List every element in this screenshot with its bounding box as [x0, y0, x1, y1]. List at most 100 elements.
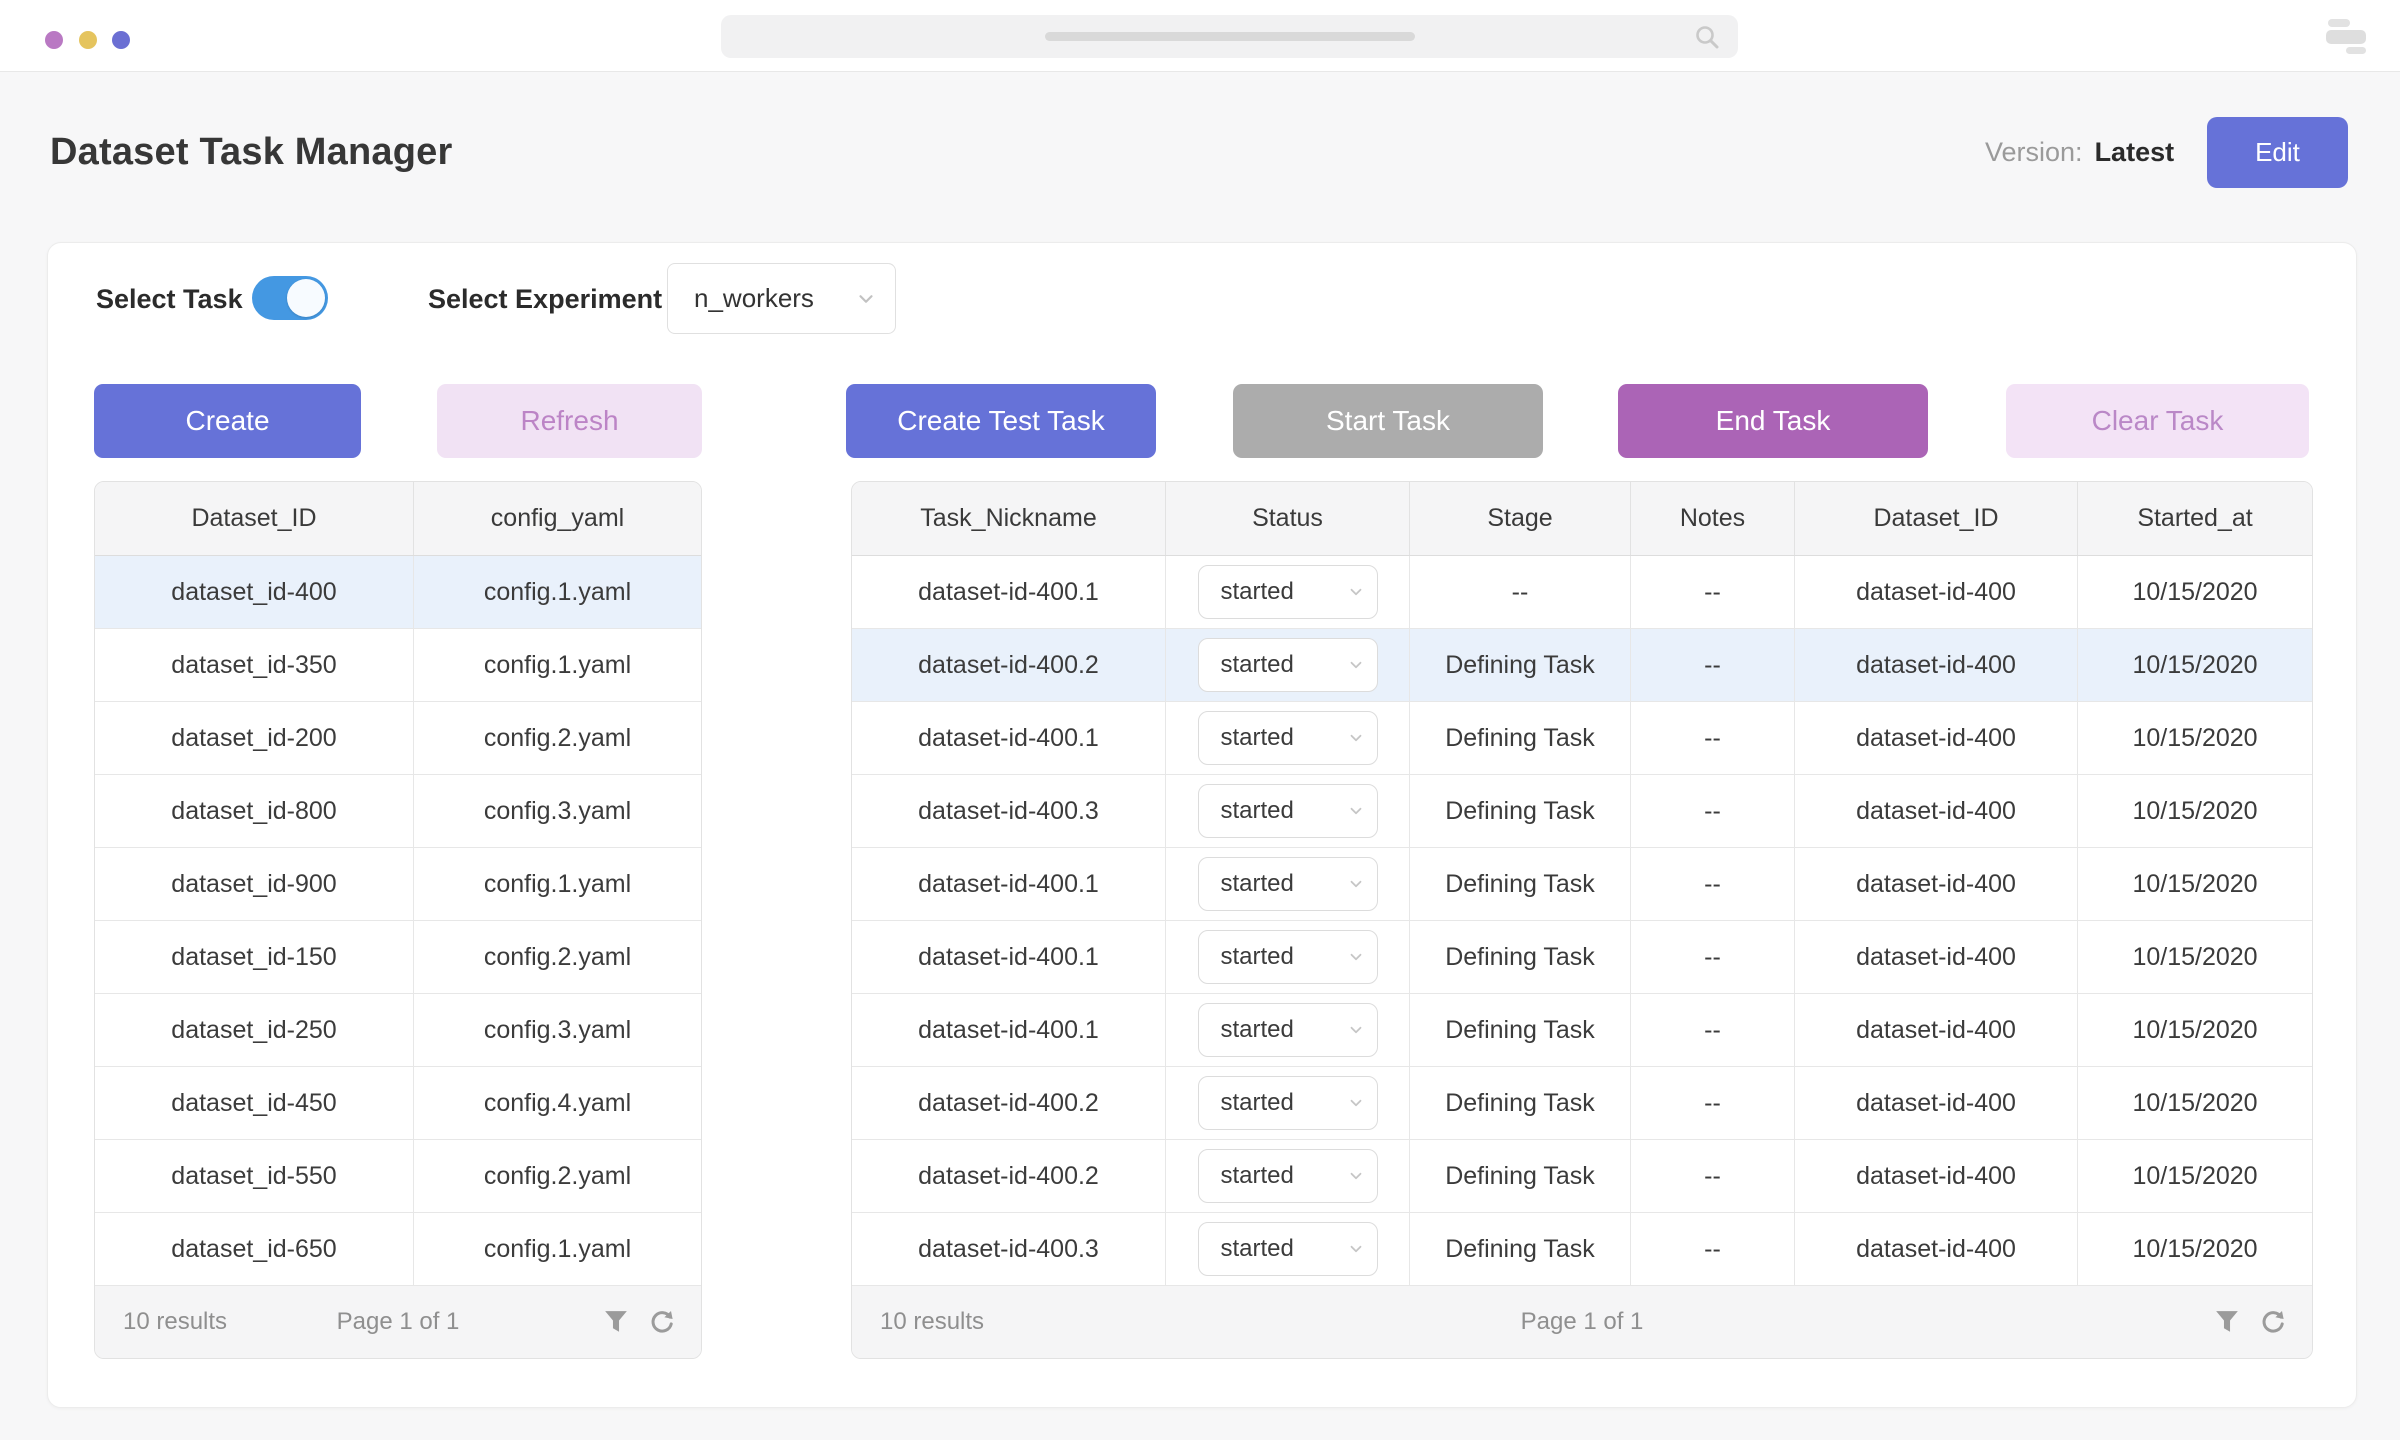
- status-select[interactable]: started: [1198, 711, 1378, 765]
- column-header-status[interactable]: Status: [1165, 482, 1409, 555]
- version-value: Latest: [2095, 137, 2175, 168]
- table-row[interactable]: dataset-id-400.2 started Defining Task -…: [852, 1067, 2312, 1140]
- browser-menu-icon[interactable]: [2326, 18, 2366, 54]
- task-nickname-cell: dataset-id-400.1: [852, 556, 1165, 628]
- config-yaml-cell: config.2.yaml: [413, 921, 701, 993]
- table-row[interactable]: dataset_id-800 config.3.yaml: [95, 775, 701, 848]
- status-select[interactable]: started: [1198, 1076, 1378, 1130]
- table-row[interactable]: dataset_id-400 config.1.yaml: [95, 556, 701, 629]
- filter-funnel-icon[interactable]: [603, 1309, 629, 1335]
- table-row[interactable]: dataset_id-350 config.1.yaml: [95, 629, 701, 702]
- dataset-id-cell: dataset_id-200: [95, 702, 413, 774]
- stage-cell: Defining Task: [1409, 1213, 1630, 1285]
- search-icon[interactable]: [1692, 22, 1722, 52]
- table-row[interactable]: dataset-id-400.1 started Defining Task -…: [852, 921, 2312, 994]
- config-yaml-cell: config.2.yaml: [413, 702, 701, 774]
- start-task-button[interactable]: Start Task: [1233, 384, 1543, 458]
- address-search-bar[interactable]: [721, 15, 1738, 58]
- table-row[interactable]: dataset-id-400.2 started Defining Task -…: [852, 629, 2312, 702]
- table-row[interactable]: dataset-id-400.1 started Defining Task -…: [852, 848, 2312, 921]
- config-yaml-cell: config.1.yaml: [413, 629, 701, 701]
- select-task-label: Select Task: [96, 277, 243, 321]
- table-row[interactable]: dataset_id-550 config.2.yaml: [95, 1140, 701, 1213]
- status-cell: started: [1165, 848, 1409, 920]
- status-cell: started: [1165, 629, 1409, 701]
- status-select[interactable]: started: [1198, 1003, 1378, 1057]
- table-row[interactable]: dataset-id-400.1 started Defining Task -…: [852, 994, 2312, 1067]
- table-row[interactable]: dataset_id-450 config.4.yaml: [95, 1067, 701, 1140]
- table-row[interactable]: dataset_id-150 config.2.yaml: [95, 921, 701, 994]
- status-select[interactable]: started: [1198, 930, 1378, 984]
- task-nickname-cell: dataset-id-400.2: [852, 629, 1165, 701]
- status-cell: started: [1165, 775, 1409, 847]
- browser-top-bar: [0, 0, 2400, 72]
- status-cell: started: [1165, 556, 1409, 628]
- chevron-down-icon: [1347, 729, 1365, 747]
- chevron-down-icon: [1347, 948, 1365, 966]
- experiment-dropdown[interactable]: n_workers: [667, 263, 896, 334]
- dataset-id-cell: dataset_id-150: [95, 921, 413, 993]
- status-select[interactable]: started: [1198, 857, 1378, 911]
- status-select[interactable]: started: [1198, 638, 1378, 692]
- column-header-dataset-id[interactable]: Dataset_ID: [95, 482, 413, 555]
- table-row[interactable]: dataset-id-400.3 started Defining Task -…: [852, 1213, 2312, 1286]
- table-row[interactable]: dataset_id-250 config.3.yaml: [95, 994, 701, 1067]
- status-cell: started: [1165, 1213, 1409, 1285]
- started-at-cell: 10/15/2020: [2077, 921, 2312, 993]
- notes-cell: --: [1630, 1140, 1794, 1212]
- table-row[interactable]: dataset-id-400.3 started Defining Task -…: [852, 775, 2312, 848]
- table-row[interactable]: dataset_id-900 config.1.yaml: [95, 848, 701, 921]
- dataset-id-cell: dataset-id-400: [1794, 702, 2077, 774]
- column-header-notes[interactable]: Notes: [1630, 482, 1794, 555]
- dataset-id-cell: dataset-id-400: [1794, 1140, 2077, 1212]
- menu-bar-bottom: [2346, 47, 2366, 54]
- table-row[interactable]: dataset_id-200 config.2.yaml: [95, 702, 701, 775]
- column-header-dataset-id[interactable]: Dataset_ID: [1794, 482, 2077, 555]
- refresh-icon[interactable]: [649, 1309, 675, 1335]
- create-button[interactable]: Create: [94, 384, 361, 458]
- results-count: 10 results: [880, 1308, 984, 1336]
- column-header-started-at[interactable]: Started_at: [2077, 482, 2312, 555]
- started-at-cell: 10/15/2020: [2077, 556, 2312, 628]
- notes-cell: --: [1630, 994, 1794, 1066]
- status-cell: started: [1165, 702, 1409, 774]
- chevron-down-icon: [1347, 1240, 1365, 1258]
- task-nickname-cell: dataset-id-400.1: [852, 702, 1165, 774]
- table-row[interactable]: dataset_id-650 config.1.yaml: [95, 1213, 701, 1286]
- results-count: 10 results: [123, 1308, 227, 1336]
- window-dot-indigo[interactable]: [112, 31, 130, 49]
- filter-funnel-icon[interactable]: [2214, 1309, 2240, 1335]
- dataset-id-cell: dataset_id-450: [95, 1067, 413, 1139]
- window-dot-yellow[interactable]: [79, 31, 97, 49]
- chevron-down-icon: [1347, 802, 1365, 820]
- status-select[interactable]: started: [1198, 565, 1378, 619]
- table-row[interactable]: dataset-id-400.1 started -- -- dataset-: [852, 556, 2312, 629]
- edit-button[interactable]: Edit: [2207, 117, 2348, 188]
- column-header-config-yaml[interactable]: config_yaml: [413, 482, 701, 555]
- window-dot-purple[interactable]: [45, 31, 63, 49]
- task-table: Task_Nickname Status Stage Notes Dataset…: [851, 481, 2313, 1359]
- stage-cell: Defining Task: [1409, 994, 1630, 1066]
- chevron-down-icon: [1347, 1021, 1365, 1039]
- menu-bar-top: [2328, 19, 2350, 27]
- config-yaml-cell: config.2.yaml: [413, 1140, 701, 1212]
- create-test-task-button[interactable]: Create Test Task: [846, 384, 1156, 458]
- started-at-cell: 10/15/2020: [2077, 1213, 2312, 1285]
- end-task-button[interactable]: End Task: [1618, 384, 1928, 458]
- status-select[interactable]: started: [1198, 1222, 1378, 1276]
- select-task-toggle[interactable]: [252, 276, 328, 320]
- stage-cell: Defining Task: [1409, 848, 1630, 920]
- menu-bar-middle: [2326, 30, 2366, 44]
- column-header-stage[interactable]: Stage: [1409, 482, 1630, 555]
- refresh-button[interactable]: Refresh: [437, 384, 702, 458]
- started-at-cell: 10/15/2020: [2077, 1067, 2312, 1139]
- column-header-task-nickname[interactable]: Task_Nickname: [852, 482, 1165, 555]
- table-row[interactable]: dataset-id-400.2 started Defining Task -…: [852, 1140, 2312, 1213]
- task-nickname-cell: dataset-id-400.1: [852, 994, 1165, 1066]
- refresh-icon[interactable]: [2260, 1309, 2286, 1335]
- table-row[interactable]: dataset-id-400.1 started Defining Task -…: [852, 702, 2312, 775]
- clear-task-button[interactable]: Clear Task: [2006, 384, 2309, 458]
- config-yaml-cell: config.3.yaml: [413, 994, 701, 1066]
- status-select[interactable]: started: [1198, 1149, 1378, 1203]
- status-select[interactable]: started: [1198, 784, 1378, 838]
